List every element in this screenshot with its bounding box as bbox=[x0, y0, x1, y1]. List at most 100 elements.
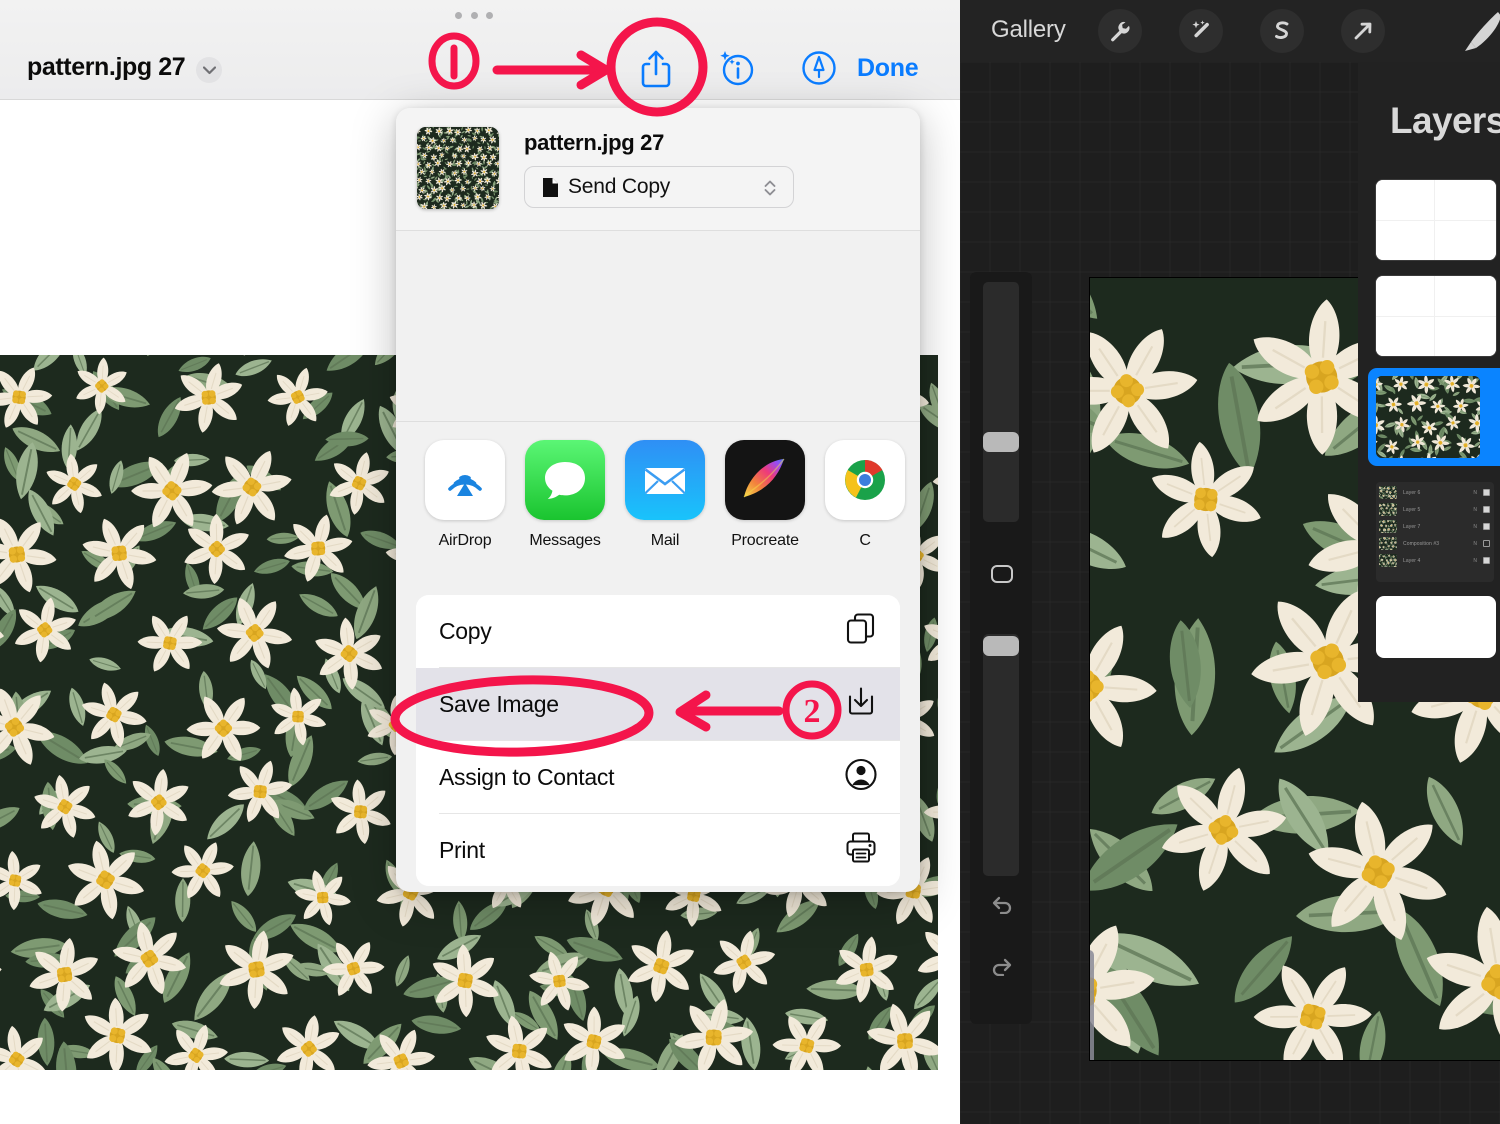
layers-panel: Layers Layer 6 N Layer 5 N Layer 7 N Com… bbox=[1358, 62, 1500, 702]
list-item[interactable]: Layer 6 N bbox=[1376, 484, 1494, 501]
blend-mode[interactable]: N bbox=[1473, 490, 1477, 496]
share-sheet-header: pattern.jpg 27 Send Copy bbox=[396, 108, 920, 230]
procreate-icon bbox=[725, 440, 805, 520]
send-copy-label: Send Copy bbox=[568, 175, 671, 198]
wrench-icon[interactable] bbox=[1098, 9, 1142, 53]
action-row-print[interactable]: Print bbox=[416, 814, 900, 886]
info-sparkle-icon[interactable] bbox=[716, 48, 758, 88]
action-label: Print bbox=[439, 836, 485, 863]
opacity-knob[interactable] bbox=[983, 636, 1019, 656]
list-item[interactable]: Layer 5 N bbox=[1376, 501, 1494, 518]
layer-thumb bbox=[1379, 503, 1397, 516]
blend-mode[interactable]: N bbox=[1473, 524, 1477, 530]
layer-name: Layer 5 bbox=[1403, 506, 1421, 513]
brush-size-slider[interactable] bbox=[983, 282, 1019, 522]
screen-root: pattern.jpg 27 Done pattern.jpg 27 Send … bbox=[0, 0, 1500, 1124]
chrome-icon bbox=[825, 440, 905, 520]
layer-thumbnail-selected[interactable] bbox=[1368, 368, 1500, 466]
procreate-tool-rail bbox=[970, 272, 1032, 1024]
redo-arrow-icon[interactable] bbox=[989, 954, 1015, 981]
document-icon bbox=[542, 177, 559, 198]
layer-visibility-checkbox[interactable] bbox=[1483, 540, 1490, 547]
layer-page-preview bbox=[1376, 180, 1496, 260]
layer-visibility-checkbox[interactable] bbox=[1483, 506, 1490, 513]
copy-documents-icon bbox=[844, 612, 878, 651]
chevron-up-down-icon bbox=[763, 178, 777, 203]
person-circle-icon bbox=[844, 758, 878, 797]
nested-layers-list: Layer 6 N Layer 5 N Layer 7 N Compositio… bbox=[1376, 482, 1494, 582]
share-app-label: Mail bbox=[650, 532, 680, 549]
blend-mode[interactable]: N bbox=[1473, 541, 1477, 547]
airdrop-icon bbox=[425, 440, 505, 520]
send-copy-dropdown[interactable]: Send Copy bbox=[524, 166, 794, 208]
download-tray-icon bbox=[844, 685, 878, 724]
square-modify-icon[interactable] bbox=[991, 565, 1013, 583]
layers-panel-title: Layers bbox=[1390, 100, 1500, 141]
share-thumbnail bbox=[417, 127, 499, 209]
action-row-assign-to-contact[interactable]: Assign to Contact bbox=[416, 741, 900, 813]
layer-thumb bbox=[1379, 537, 1397, 550]
layer-name: Composition #3 bbox=[1403, 540, 1440, 547]
action-label: Copy bbox=[439, 617, 492, 644]
share-icon[interactable] bbox=[639, 48, 673, 88]
share-action-list: Copy Save Image Assign to Contact Print bbox=[416, 595, 900, 886]
brush-size-knob[interactable] bbox=[983, 432, 1019, 452]
opacity-slider[interactable] bbox=[983, 634, 1019, 876]
share-app-label: AirDrop bbox=[438, 532, 492, 549]
share-app-airdrop[interactable]: AirDrop bbox=[415, 440, 515, 550]
action-label: Save Image bbox=[439, 690, 559, 717]
share-app-label: Messages bbox=[529, 532, 601, 549]
layer-thumb bbox=[1379, 486, 1397, 499]
page-title: pattern.jpg 27 bbox=[27, 53, 186, 81]
quicklook-pane: pattern.jpg 27 Done pattern.jpg 27 Send … bbox=[0, 0, 960, 1124]
action-row-save-image[interactable]: Save Image bbox=[416, 668, 900, 740]
canvas-scrollbar[interactable] bbox=[1090, 950, 1094, 1060]
printer-icon bbox=[844, 831, 878, 870]
share-app-row[interactable]: AirDrop Messages Mail Procreate C bbox=[396, 422, 920, 582]
share-app-messages[interactable]: Messages bbox=[515, 440, 615, 550]
sheet-grabber-dots[interactable] bbox=[455, 11, 493, 19]
procreate-pane: Layers Layer 6 N Layer 5 N Layer 7 N Com… bbox=[960, 0, 1500, 1124]
share-filename: pattern.jpg 27 bbox=[524, 130, 665, 155]
layer-thumb bbox=[1379, 554, 1397, 567]
procreate-toolbar: Gallery bbox=[960, 0, 1500, 62]
paintbrush-icon[interactable] bbox=[1462, 10, 1500, 57]
share-app-label: Procreate bbox=[731, 532, 799, 549]
layer-thumbnail-background[interactable] bbox=[1376, 596, 1496, 658]
layer-thumbnail[interactable] bbox=[1376, 276, 1496, 356]
share-app-procreate[interactable]: Procreate bbox=[715, 440, 815, 550]
layer-visibility-checkbox[interactable] bbox=[1483, 523, 1490, 530]
layer-name: Layer 6 bbox=[1403, 489, 1421, 496]
blend-mode[interactable]: N bbox=[1473, 507, 1477, 513]
messages-icon bbox=[525, 440, 605, 520]
share-app-mail[interactable]: Mail bbox=[615, 440, 715, 550]
layer-artwork-preview bbox=[1376, 376, 1480, 458]
markup-pen-icon[interactable] bbox=[801, 50, 837, 86]
share-sheet: pattern.jpg 27 Send Copy AirDrop Message… bbox=[396, 108, 920, 892]
mail-icon bbox=[625, 440, 705, 520]
layer-visibility-checkbox[interactable] bbox=[1483, 557, 1490, 564]
magic-wand-icon[interactable] bbox=[1179, 9, 1223, 53]
action-row-copy[interactable]: Copy bbox=[416, 595, 900, 667]
chevron-down-icon[interactable] bbox=[196, 57, 222, 83]
list-item[interactable]: Composition #3 N bbox=[1376, 535, 1494, 552]
share-app-label: C bbox=[859, 532, 871, 549]
share-app-chrome[interactable]: C bbox=[815, 440, 915, 550]
undo-arrow-icon[interactable] bbox=[989, 892, 1015, 919]
blend-mode[interactable]: N bbox=[1473, 558, 1477, 564]
layer-page-preview bbox=[1376, 276, 1496, 356]
action-label: Assign to Contact bbox=[439, 763, 615, 790]
selection-s-icon[interactable] bbox=[1260, 9, 1304, 53]
list-item[interactable]: Layer 4 N bbox=[1376, 552, 1494, 569]
done-button[interactable]: Done bbox=[857, 54, 919, 83]
layer-visibility-checkbox[interactable] bbox=[1483, 489, 1490, 496]
layer-name: Layer 7 bbox=[1403, 523, 1421, 530]
quicklook-toolbar: pattern.jpg 27 Done bbox=[0, 0, 960, 100]
share-suggestions-empty bbox=[396, 231, 920, 421]
layer-name: Layer 4 bbox=[1403, 557, 1421, 564]
layer-thumb bbox=[1379, 520, 1397, 533]
gallery-button[interactable]: Gallery bbox=[991, 16, 1066, 44]
transform-arrow-icon[interactable] bbox=[1341, 9, 1385, 53]
list-item[interactable]: Layer 7 N bbox=[1376, 518, 1494, 535]
layer-thumbnail[interactable] bbox=[1376, 180, 1496, 260]
